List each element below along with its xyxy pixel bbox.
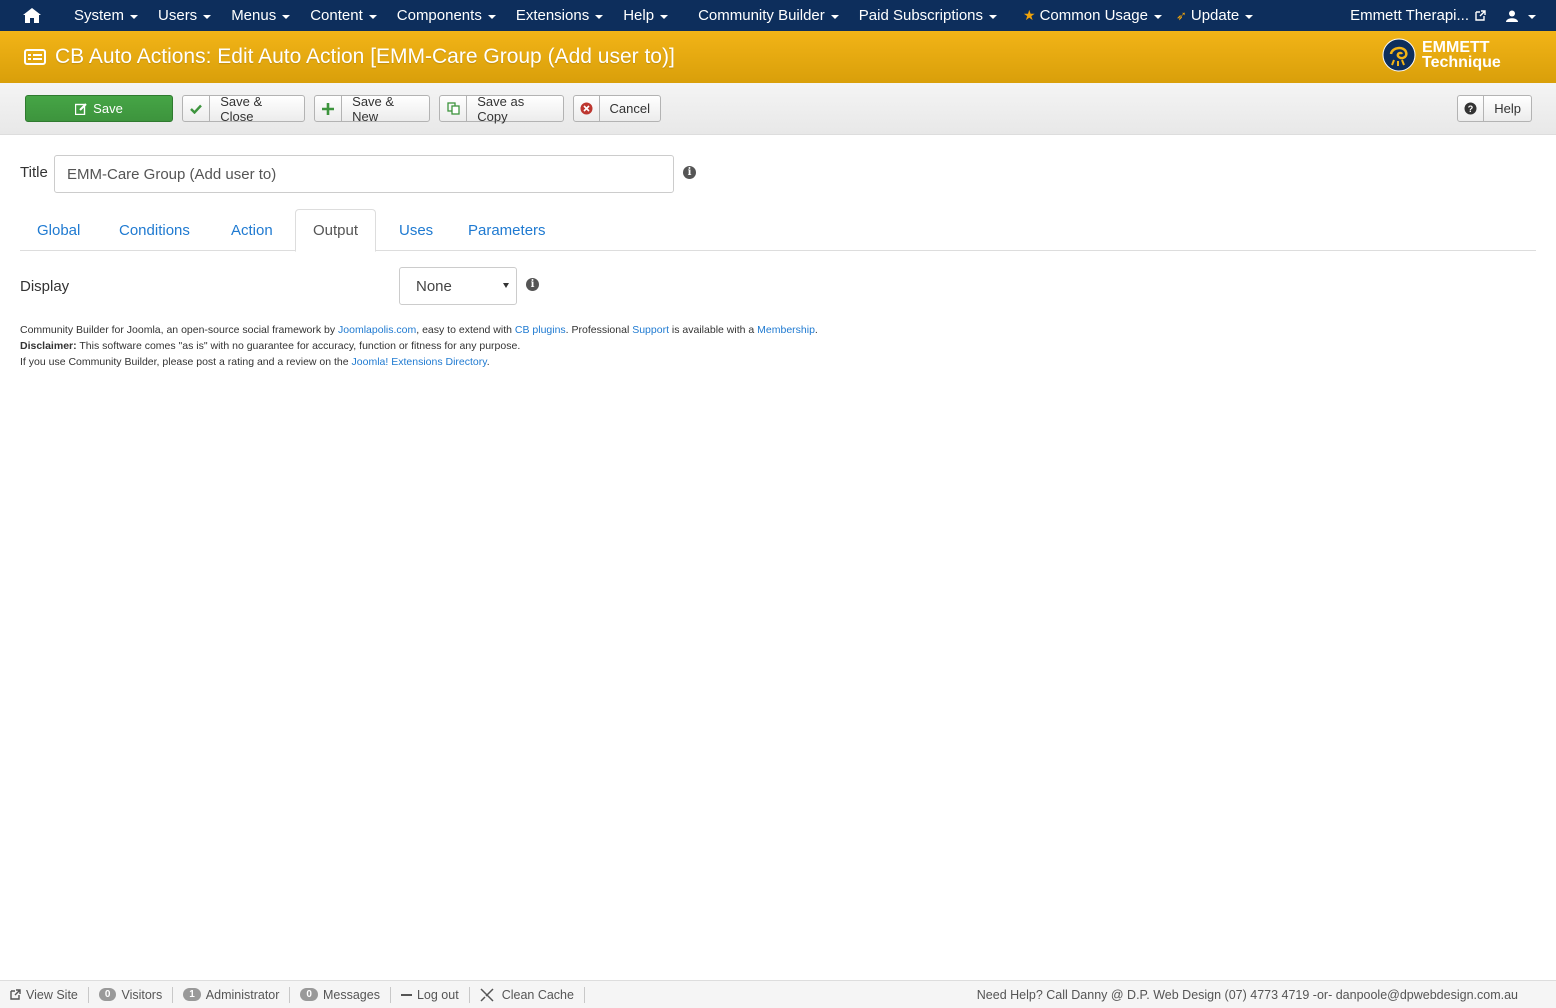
rocket-icon: ➶ (1175, 7, 1187, 23)
menu-system[interactable]: System (64, 0, 148, 31)
dropdown-arrow-icon (503, 283, 509, 288)
user-icon (1506, 10, 1518, 22)
messages-link[interactable]: 0 Messages (290, 986, 391, 1003)
clean-cache-link[interactable]: Clean Cache (470, 986, 585, 1003)
menu-content[interactable]: Content (300, 0, 387, 31)
tab-global[interactable]: Global (20, 209, 97, 251)
save-new-button[interactable]: Save & New (314, 94, 430, 124)
user-menu[interactable] (1496, 0, 1556, 31)
home-icon[interactable] (0, 0, 64, 31)
menu-users[interactable]: Users (148, 0, 221, 31)
external-link-icon (1475, 10, 1486, 21)
membership-link[interactable]: Membership (757, 324, 815, 336)
info-icon[interactable]: i (526, 278, 539, 291)
plus-icon (322, 102, 335, 115)
admin-badge: 1 (183, 988, 201, 1001)
view-site-link[interactable]: View Site (0, 986, 89, 1003)
star-icon: ★ (1023, 7, 1036, 23)
help-contact-text: Need Help? Call Danny @ D.P. Web Design … (976, 987, 1518, 1002)
visitors-badge: 0 (98, 988, 117, 1001)
menu-community-builder[interactable]: Community Builder (688, 0, 849, 31)
copy-icon (446, 102, 460, 115)
tab-uses[interactable]: Uses (382, 209, 450, 251)
administrator-link[interactable]: 1 Administrator (173, 986, 291, 1003)
save-copy-button[interactable]: Save as Copy (439, 94, 564, 124)
menu-help[interactable]: Help (613, 0, 678, 31)
emmett-logo: EMMETT Technique (1382, 38, 1501, 72)
menu-components[interactable]: Components (387, 0, 506, 31)
menu-paid-subscriptions[interactable]: Paid Subscriptions (849, 0, 1007, 31)
top-navbar: System Users Menus Content Components Ex… (0, 0, 1556, 31)
help-button[interactable]: ? Help (1457, 95, 1532, 122)
page-title: CB Auto Actions: Edit Auto Action [EMM-C… (55, 45, 675, 68)
support-link[interactable]: Support (632, 324, 669, 336)
save-close-button[interactable]: Save & Close (182, 94, 305, 124)
logout-link[interactable]: Log out (391, 986, 470, 1003)
joomlapolis-link[interactable]: Joomlapolis.com (338, 324, 416, 336)
external-link-icon (10, 989, 21, 1000)
clean-cache-icon (480, 987, 494, 1002)
tab-output[interactable]: Output (295, 209, 377, 252)
visitors-link[interactable]: 0 Visitors (89, 986, 174, 1003)
edit-icon (75, 102, 87, 115)
cancel-button[interactable]: Cancel (573, 95, 661, 122)
cancel-icon (580, 102, 593, 115)
save-button[interactable]: Save (25, 95, 173, 122)
check-icon (190, 104, 202, 114)
menu-extensions[interactable]: Extensions (506, 0, 613, 31)
question-icon: ? (1464, 102, 1477, 115)
messages-badge: 0 (300, 988, 318, 1001)
tab-conditions[interactable]: Conditions (102, 209, 207, 251)
status-bar: View Site 0 Visitors 1 Administrator 0 Mess… (0, 980, 1556, 1008)
display-label: Display (20, 278, 70, 295)
display-select[interactable]: None (399, 267, 517, 305)
svg-text:?: ? (1468, 104, 1474, 114)
title-input[interactable] (54, 155, 674, 193)
minus-icon (400, 993, 412, 996)
title-label: Title (20, 164, 48, 181)
list-icon (24, 49, 46, 65)
toolbar: Save Save & Close Save & New Save as Cop… (0, 83, 1556, 135)
tab-parameters[interactable]: Parameters (451, 209, 563, 251)
emmett-logo-icon (1382, 38, 1416, 72)
cb-plugins-link[interactable]: CB plugins (515, 324, 566, 336)
cb-footer: Community Builder for Joomla, an open-so… (20, 324, 818, 368)
site-link[interactable]: Emmett Therapi... (1340, 0, 1496, 31)
tab-bar: Global Conditions Action Output Uses Par… (20, 209, 1536, 252)
menu-menus[interactable]: Menus (221, 0, 300, 31)
menu-update[interactable]: ➶ Update (1172, 0, 1263, 31)
page-header: CB Auto Actions: Edit Auto Action [EMM-C… (0, 31, 1556, 83)
jed-link[interactable]: Joomla! Extensions Directory (352, 356, 487, 368)
menu-common-usage[interactable]: ★ Common Usage (1013, 0, 1172, 31)
tab-action[interactable]: Action (214, 209, 290, 251)
info-icon[interactable]: i (683, 166, 696, 179)
